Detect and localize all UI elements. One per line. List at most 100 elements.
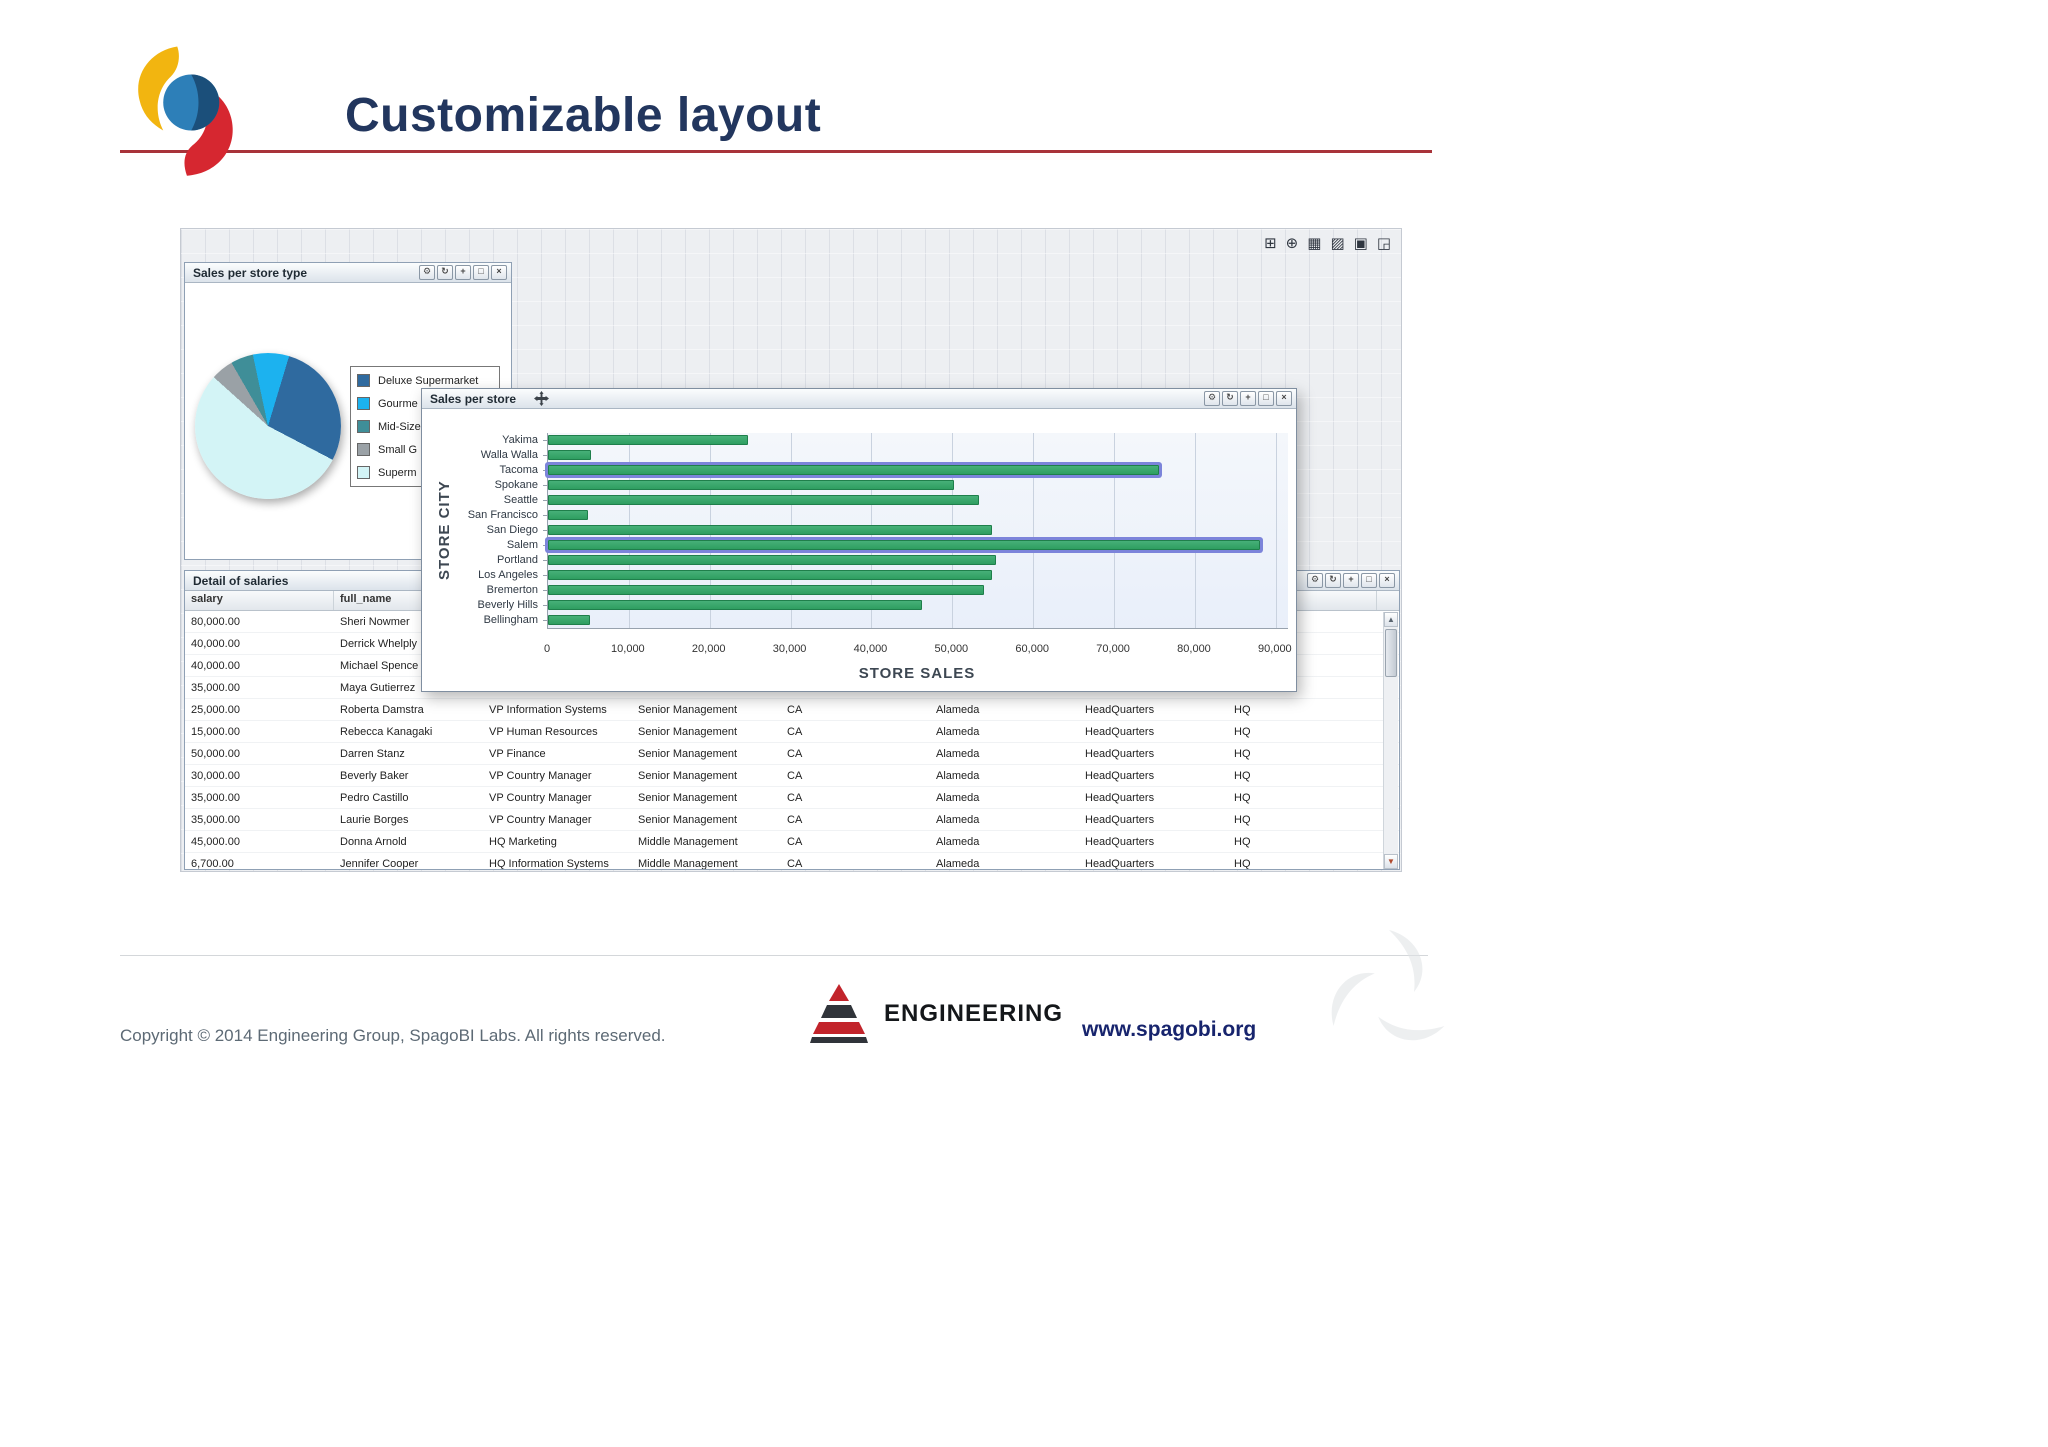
- maximize-button[interactable]: □: [1361, 573, 1377, 588]
- save-as-icon[interactable]: ◲: [1377, 235, 1391, 253]
- scroll-up-button[interactable]: ▲: [1384, 612, 1398, 627]
- table-row[interactable]: 50,000.00 Darren Stanz VP Finance Senior Ma…: [185, 743, 1399, 765]
- bar-row: Tacoma: [499, 463, 1288, 478]
- bar-row: Salem: [507, 538, 1288, 553]
- bar[interactable]: [548, 600, 923, 610]
- bar-category-label: Seattle: [503, 494, 538, 506]
- settings-button[interactable]: ⚙: [1204, 391, 1220, 406]
- x-tick-label: 60,000: [1015, 643, 1050, 655]
- column-header[interactable]: salary: [185, 591, 334, 610]
- table-row[interactable]: 15,000.00 Rebecca Kanagaki VP Human Resour…: [185, 721, 1399, 743]
- table-row[interactable]: 25,000.00 Roberta Damstra VP Information S…: [185, 699, 1399, 721]
- pie-chart[interactable]: [195, 353, 341, 499]
- bar[interactable]: [548, 540, 1260, 550]
- maximize-button[interactable]: □: [1258, 391, 1274, 406]
- table-cell: HQ Information Systems: [489, 857, 609, 870]
- bar[interactable]: [548, 585, 984, 595]
- save-icon[interactable]: ▣: [1354, 235, 1368, 253]
- bar[interactable]: [548, 570, 992, 580]
- bar[interactable]: [548, 555, 997, 565]
- add-button[interactable]: +: [1343, 573, 1359, 588]
- bar-row: Beverly Hills: [477, 598, 1288, 613]
- panel-title: Detail of salaries: [193, 573, 289, 588]
- edit-table-icon[interactable]: ▨: [1330, 235, 1344, 253]
- add-button[interactable]: +: [455, 265, 471, 280]
- table-cell: VP Finance: [489, 747, 546, 760]
- table-cell: HeadQuarters: [1085, 835, 1155, 848]
- bar[interactable]: [548, 615, 591, 625]
- close-button[interactable]: ×: [491, 265, 507, 280]
- bar-category-label: Bellingham: [483, 614, 538, 626]
- bar-category-label: San Diego: [486, 524, 538, 536]
- bar-row: Yakima: [502, 433, 1288, 448]
- bar[interactable]: [548, 495, 980, 505]
- table-cell: Senior Management: [638, 813, 738, 826]
- legend-swatch: [357, 374, 370, 387]
- legend-label: Deluxe Supermarket: [378, 374, 479, 387]
- x-tick-label: 80,000: [1177, 643, 1211, 655]
- table-cell: HeadQuarters: [1085, 813, 1155, 826]
- bar-row: Bellingham: [484, 613, 1288, 628]
- maximize-button[interactable]: □: [473, 265, 489, 280]
- window-title: Sales per store: [430, 391, 517, 406]
- bar[interactable]: [548, 465, 1159, 475]
- dashboard-canvas: ⊞ ⊕ ▦ ▨ ▣ ◲ Sales per store type ⚙ ↻ + □ × Deluxe…: [180, 228, 1402, 872]
- bar-row: Spokane: [495, 478, 1288, 493]
- x-axis-label: STORE SALES: [858, 665, 976, 682]
- x-tick-label: 50,000: [934, 643, 969, 655]
- add-button[interactable]: +: [1240, 391, 1256, 406]
- bar-row: San Francisco: [468, 508, 1288, 523]
- settings-button[interactable]: ⚙: [419, 265, 435, 280]
- bar[interactable]: [548, 450, 591, 460]
- table-row[interactable]: 45,000.00 Donna Arnold HQ Marketing Middle …: [185, 831, 1399, 853]
- x-axis-ticks: 0 10,000 20,000 30,000 40,000 50,000 60,000 70,…: [544, 643, 1292, 657]
- close-button[interactable]: ×: [1379, 573, 1395, 588]
- table-row[interactable]: 6,700.00 Jennifer Cooper HQ Information Sy…: [185, 853, 1399, 870]
- table-row[interactable]: 35,000.00 Laurie Borges VP Country Manager…: [185, 809, 1399, 831]
- table-row[interactable]: 30,000.00 Beverly Baker VP Country Manager…: [185, 765, 1399, 787]
- sales-per-store-window[interactable]: Sales per store ⚙ ↻ + □ × STORE CITY Yakima W…: [421, 388, 1297, 692]
- bar[interactable]: [548, 510, 588, 520]
- scrollbar-thumb[interactable]: [1385, 629, 1397, 677]
- table-cell: HQ: [1234, 791, 1251, 804]
- table-cell: 15,000.00: [191, 725, 240, 738]
- move-widget-icon[interactable]: ⊕: [1286, 235, 1299, 253]
- refresh-button[interactable]: ↻: [437, 265, 453, 280]
- table-row[interactable]: 35,000.00 Pedro Castillo VP Country Manage…: [185, 787, 1399, 809]
- table-cell: Alameda: [936, 747, 980, 760]
- settings-button[interactable]: ⚙: [1307, 573, 1323, 588]
- table-cell: Pedro Castillo: [340, 791, 409, 804]
- bar[interactable]: [548, 435, 748, 445]
- table-cell: HeadQuarters: [1085, 769, 1155, 782]
- close-button[interactable]: ×: [1276, 391, 1292, 406]
- grid-view-icon[interactable]: ▦: [1307, 235, 1321, 253]
- table-cell: Jennifer Cooper: [340, 857, 419, 870]
- table-cell: HQ: [1234, 747, 1251, 760]
- scroll-down-button[interactable]: ▼: [1384, 854, 1398, 869]
- table-cell: 35,000.00: [191, 681, 240, 694]
- bar-category-label: San Francisco: [467, 509, 538, 521]
- bar[interactable]: [548, 480, 954, 490]
- panel-header[interactable]: Sales per store type ⚙ ↻ + □ ×: [185, 263, 511, 283]
- table-scrollbar[interactable]: ▲ ▼: [1383, 612, 1398, 869]
- website-link[interactable]: www.spagobi.org: [1082, 1018, 1256, 1042]
- add-document-icon[interactable]: ⊞: [1264, 235, 1277, 253]
- table-cell: Alameda: [936, 835, 980, 848]
- table-cell: CA: [787, 703, 803, 716]
- table-cell: Alameda: [936, 769, 980, 782]
- table-cell: 30,000.00: [191, 769, 240, 782]
- table-cell: 40,000.00: [191, 659, 240, 672]
- x-tick-label: 40,000: [853, 643, 888, 655]
- window-header[interactable]: Sales per store ⚙ ↻ + □ ×: [422, 389, 1296, 409]
- bar-plot: Yakima Walla Walla Tacoma Spokane Seattle San…: [468, 433, 1288, 629]
- table-cell: 6,700.00: [191, 857, 234, 870]
- refresh-button[interactable]: ↻: [1222, 391, 1238, 406]
- bar[interactable]: [548, 525, 992, 535]
- refresh-button[interactable]: ↻: [1325, 573, 1341, 588]
- table-cell: 45,000.00: [191, 835, 240, 848]
- legend-label: Mid-Size: [378, 420, 421, 433]
- table-cell: CA: [787, 857, 803, 870]
- table-cell: Darren Stanz: [340, 747, 405, 760]
- table-cell: HQ Marketing: [489, 835, 557, 848]
- x-tick-label: 90,000: [1258, 643, 1292, 655]
